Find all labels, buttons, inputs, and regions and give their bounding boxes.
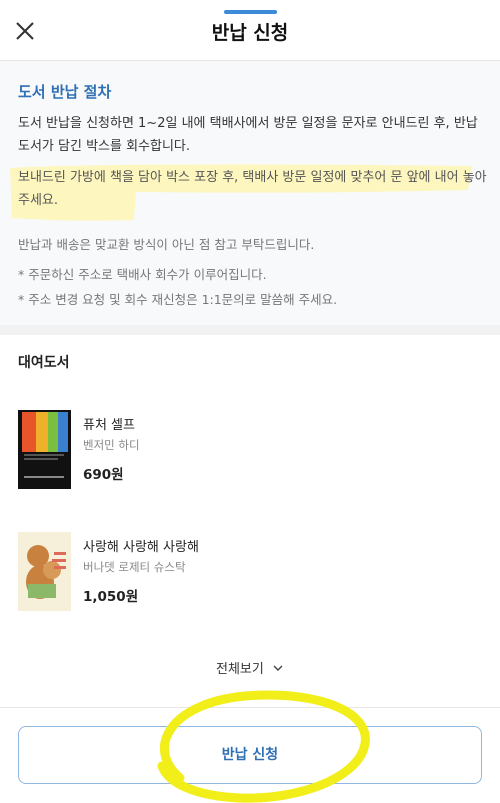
- procedure-note: 반납과 배송은 맞교환 방식이 아닌 점 참고 부탁드립니다.: [18, 237, 315, 252]
- chevron-down-icon: [272, 662, 284, 678]
- book-author: 버나뎃 로제티 슈스탁: [83, 560, 186, 574]
- procedure-footnote-address: * 주문하신 주소로 택배사 회수가 이루어집니다.: [18, 267, 267, 282]
- return-request-button[interactable]: 반납 신청: [18, 726, 482, 784]
- procedure-description: 도서 반납을 신청하면 1~2일 내에 택배사에서 방문 일정을 문자로 안내드…: [18, 116, 478, 154]
- book-price: 1,050원: [83, 589, 139, 605]
- book-cover-future-self: [18, 410, 71, 489]
- procedure-highlight-text: 보내드린 가방에 책을 담아 박스 포장 후, 택배사 방문 일정에 맞추어 문…: [18, 170, 487, 208]
- drag-handle[interactable]: [224, 10, 277, 14]
- book-title: 사랑해 사랑해 사랑해: [83, 540, 199, 555]
- return-request-sheet: 반납 신청 도서 반납 절차 도서 반납을 신청하면 1~2일 내에 택배사에서…: [0, 0, 500, 803]
- book-cover-love-you: [18, 532, 71, 611]
- book-item[interactable]: 퓨처 셀프 벤저민 하디 690원: [18, 410, 488, 490]
- view-all-button[interactable]: 전체보기: [0, 658, 500, 678]
- view-all-label: 전체보기: [216, 662, 264, 677]
- procedure-title: 도서 반납 절차: [18, 83, 112, 101]
- rental-list-header: 대여도서: [18, 355, 70, 371]
- book-title: 퓨처 셀프: [83, 418, 135, 433]
- footer-divider: [0, 707, 500, 708]
- section-gap: [0, 325, 500, 335]
- book-item[interactable]: 사랑해 사랑해 사랑해 버나뎃 로제티 슈스탁 1,050원: [18, 532, 488, 612]
- page-title: 반납 신청: [211, 22, 289, 44]
- book-price: 690원: [83, 467, 124, 483]
- procedure-footnote-inquiry: * 주소 변경 요청 및 회수 재신청은 1:1문의로 말씀해 주세요.: [18, 292, 338, 307]
- book-author: 벤저민 하디: [83, 438, 140, 452]
